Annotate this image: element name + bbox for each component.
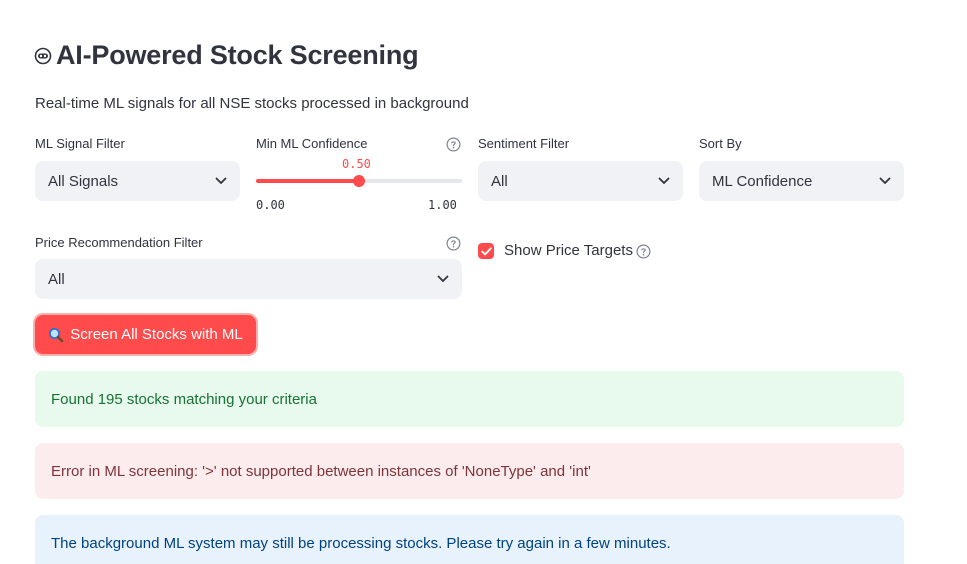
sort-by-value: ML Confidence — [712, 172, 813, 190]
show-price-targets-label[interactable]: Show Price Targets — [504, 242, 633, 259]
price-rec-filter-value: All — [48, 270, 65, 288]
sort-by-select[interactable]: ML Confidence — [699, 161, 904, 201]
min-confidence-slider[interactable] — [256, 175, 462, 187]
screen-all-stocks-button[interactable]: Screen All Stocks with ML — [35, 315, 256, 354]
page-title-text: AI-Powered Stock Screening — [56, 40, 419, 70]
slider-thumb[interactable] — [353, 175, 365, 187]
checkmark-icon — [480, 246, 492, 255]
price-rec-filter-select[interactable]: All — [35, 259, 462, 299]
min-confidence-label: Min ML Confidence — [256, 136, 368, 151]
error-alert: Error in ML screening: '>' not supported… — [35, 443, 904, 499]
info-alert: The background ML system may still be pr… — [35, 515, 904, 564]
chevron-down-icon — [658, 177, 670, 184]
min-confidence-min: 0.00 — [256, 198, 285, 212]
chevron-down-icon — [437, 275, 449, 282]
chevron-down-icon — [215, 177, 227, 184]
robot-icon — [34, 47, 52, 65]
success-alert-text: Found 195 stocks matching your criteria — [51, 390, 317, 408]
chevron-down-icon — [879, 177, 891, 184]
success-alert: Found 195 stocks matching your criteria — [35, 371, 904, 427]
help-icon[interactable] — [446, 236, 461, 251]
magnifier-icon — [49, 327, 64, 342]
help-icon[interactable] — [446, 137, 461, 152]
screen-all-stocks-label: Screen All Stocks with ML — [70, 326, 243, 343]
page-title: AI-Powered Stock Screening — [34, 40, 419, 71]
help-icon[interactable] — [636, 244, 651, 259]
min-confidence-max: 1.00 — [428, 198, 457, 212]
sentiment-filter-value: All — [491, 172, 508, 190]
sentiment-filter-label: Sentiment Filter — [478, 136, 570, 151]
error-alert-text: Error in ML screening: '>' not supported… — [51, 462, 591, 480]
ml-signal-filter-label: ML Signal Filter — [35, 136, 125, 151]
sentiment-filter-select[interactable]: All — [478, 161, 683, 201]
ml-signal-filter-select[interactable]: All Signals — [35, 161, 240, 201]
info-alert-text: The background ML system may still be pr… — [51, 534, 671, 552]
page-subtitle: Real-time ML signals for all NSE stocks … — [35, 95, 469, 112]
slider-fill — [256, 179, 359, 183]
show-price-targets-checkbox[interactable] — [478, 243, 494, 259]
ml-signal-filter-value: All Signals — [48, 172, 119, 190]
price-rec-filter-label: Price Recommendation Filter — [35, 235, 203, 250]
min-confidence-value: 0.50 — [342, 157, 371, 171]
sort-by-label: Sort By — [699, 136, 742, 151]
